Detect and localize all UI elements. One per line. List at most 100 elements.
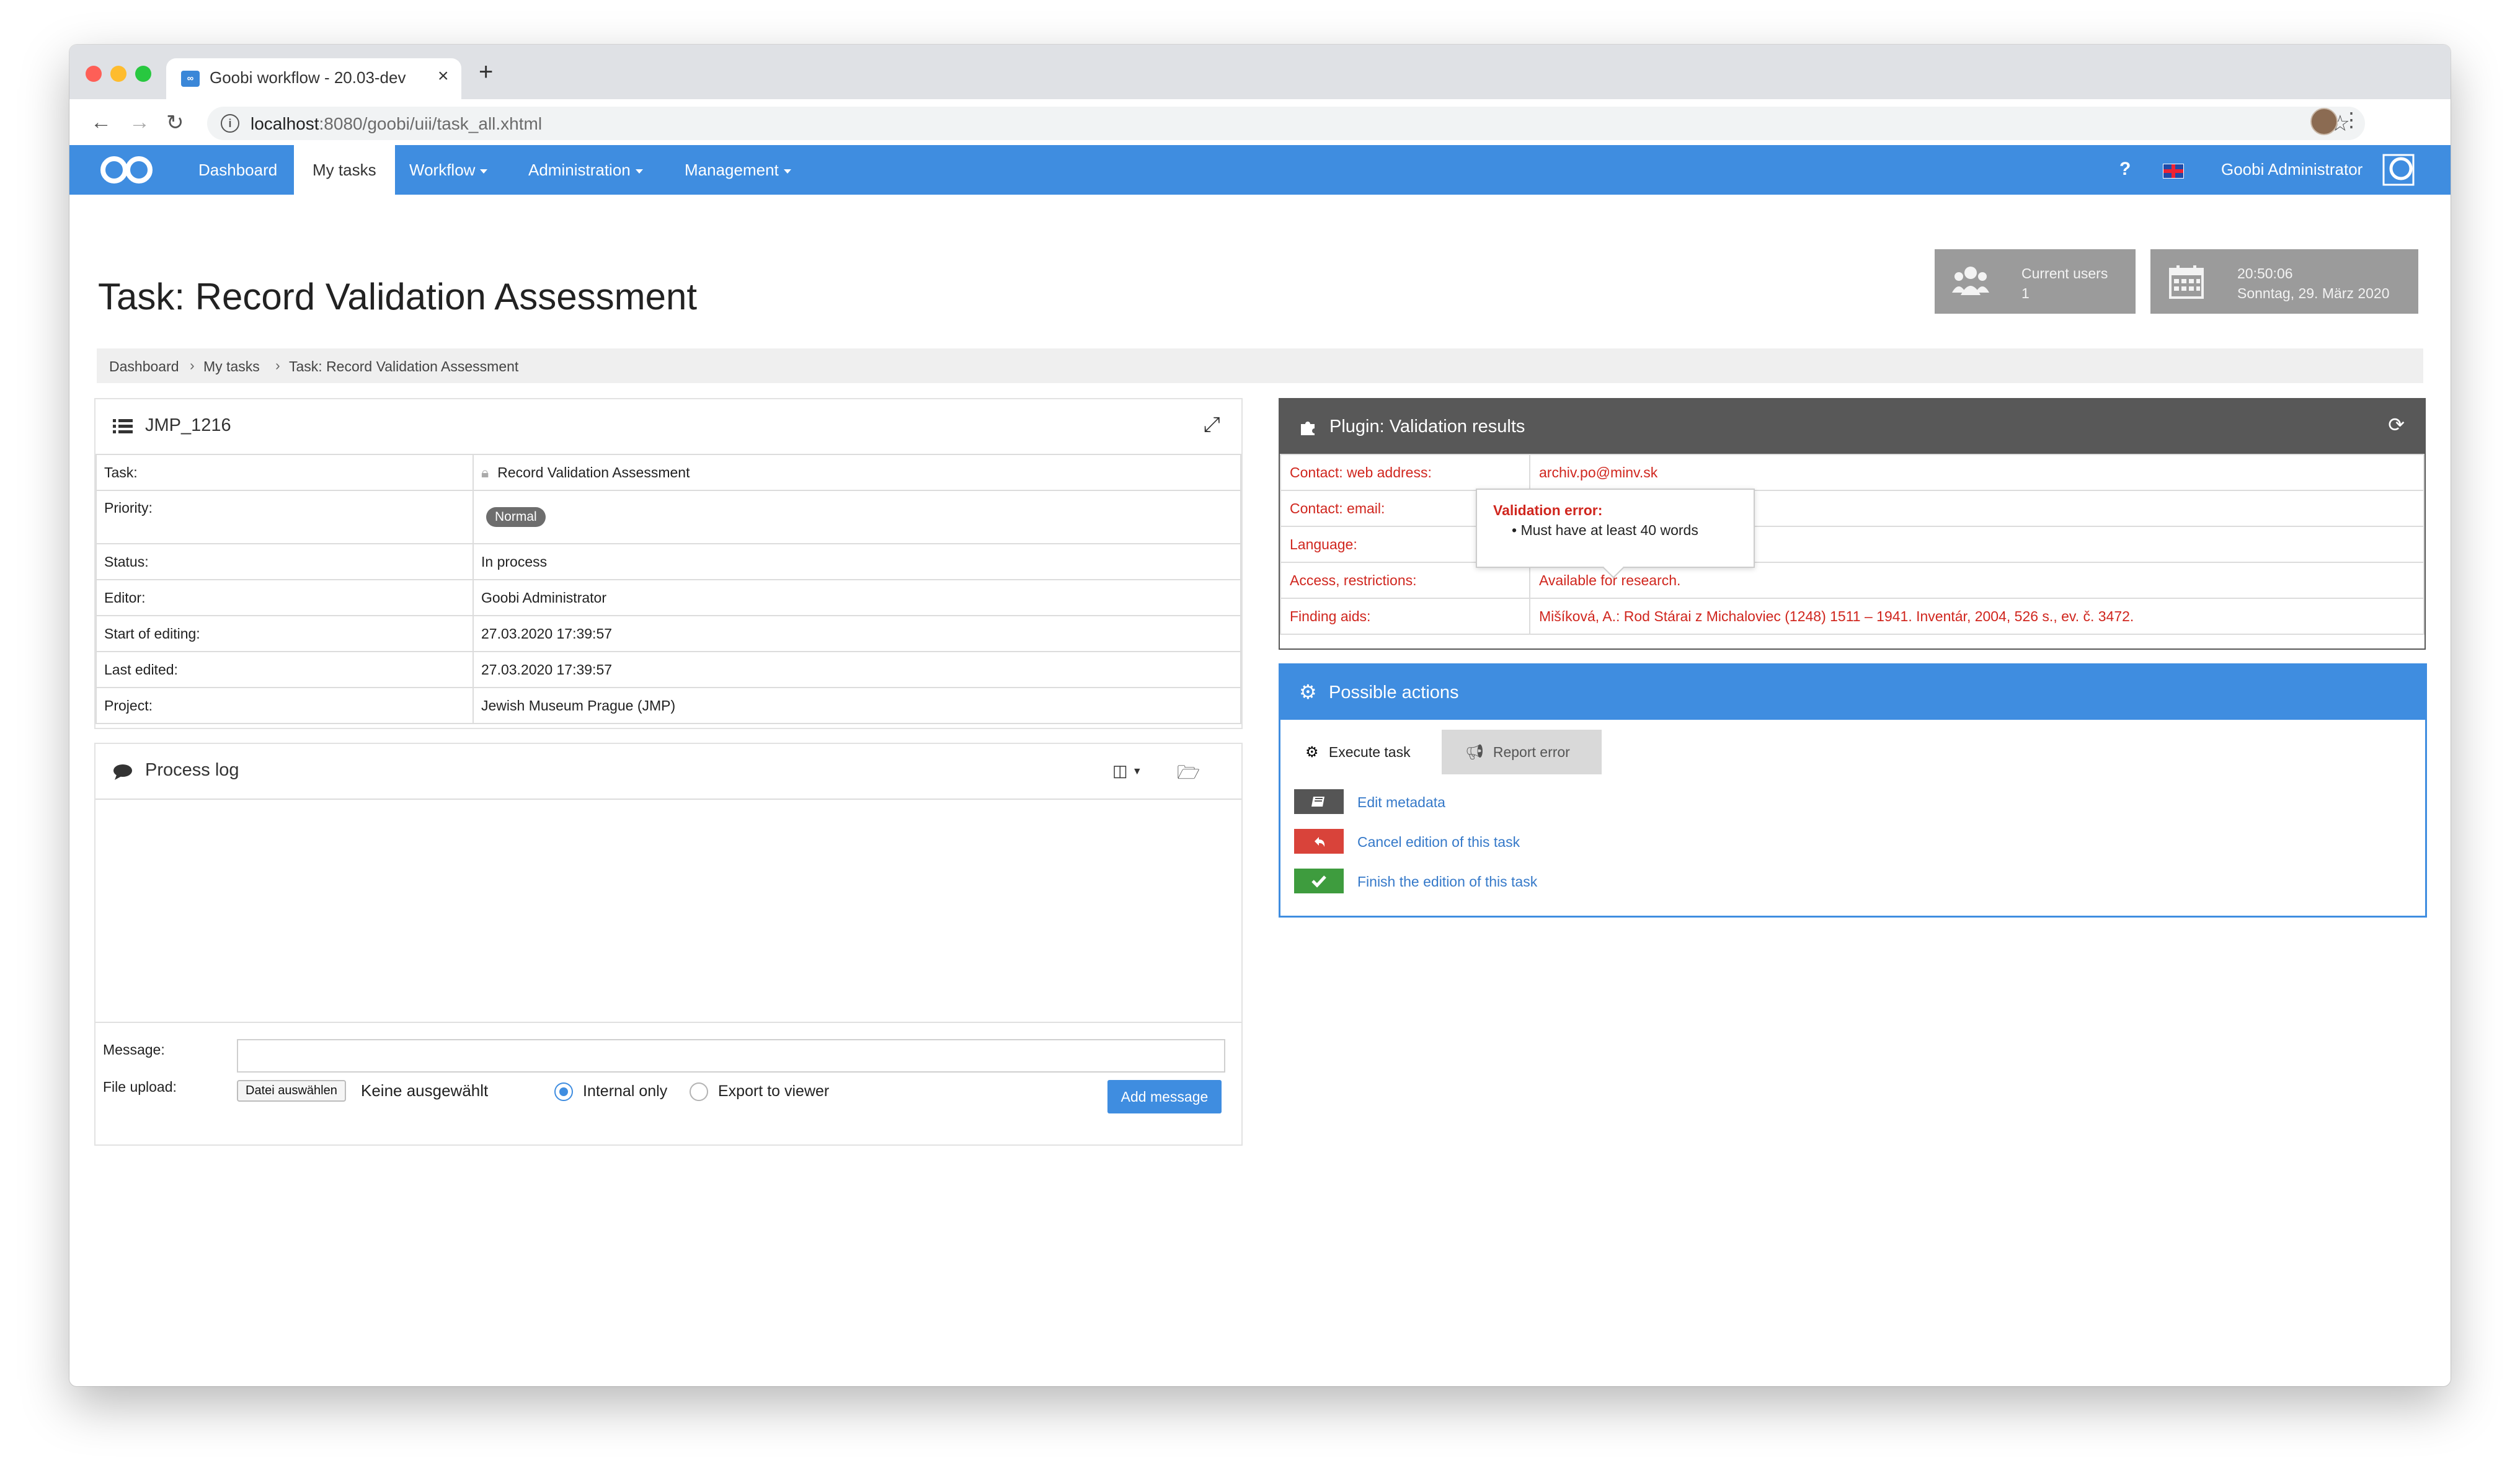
breadcrumb-separator: ›: [275, 357, 280, 373]
validation-title: Plugin: Validation results: [1329, 417, 1525, 436]
columns-toggle[interactable]: ◫ ▼: [1112, 761, 1142, 781]
nav-dashboard[interactable]: Dashboard: [198, 145, 277, 195]
tab-title: Goobi workflow - 20.03-dev: [210, 68, 406, 87]
back-arrow-icon[interactable]: ←: [91, 110, 112, 135]
site-info-icon[interactable]: i: [221, 114, 239, 133]
actions-title: Possible actions: [1329, 683, 1459, 702]
task-name: Record Validation Assessment: [497, 464, 690, 480]
chevron-down-icon: [635, 169, 643, 174]
table-row: Contact: email:: [1280, 490, 2425, 527]
close-window-button[interactable]: [86, 66, 102, 82]
browser-tab[interactable]: ∞ Goobi workflow - 20.03-dev ×: [166, 58, 461, 99]
table-row: Finding aids: Mišíková, A.: Rod Stárai z …: [1280, 598, 2425, 635]
current-users-widget: Current users 1: [1935, 249, 2136, 314]
file-upload-label: File upload:: [103, 1079, 177, 1095]
chevron-down-icon: ▼: [1132, 766, 1142, 777]
chevron-down-icon: [480, 169, 488, 174]
breadcrumb-dashboard[interactable]: Dashboard: [109, 358, 179, 375]
choose-file-button[interactable]: Datei auswählen: [237, 1080, 346, 1102]
address-bar[interactable]: i localhost:8080/goobi/uii/task_all.xhtm…: [207, 107, 2365, 140]
row-label: Editor:: [95, 579, 474, 616]
help-icon[interactable]: ?: [2119, 159, 2131, 180]
export-viewer-radio[interactable]: [690, 1082, 708, 1101]
table-row: Contact: web address: archiv.po@minv.sk: [1280, 454, 2425, 491]
folder-open-icon[interactable]: 🗁: [1177, 759, 1200, 790]
row-value: 27.03.2020 17:39:57: [472, 651, 1241, 688]
address-row: ← → ↻ i localhost:8080/goobi/uii/task_al…: [69, 99, 2451, 149]
row-value: In process: [472, 543, 1241, 580]
expand-icon[interactable]: ⤢: [1204, 413, 1220, 437]
tooltip-title: Validation error:: [1493, 502, 1603, 518]
browser-menu-icon[interactable]: ⋮: [2341, 108, 2361, 131]
tab-strip: ∞ Goobi workflow - 20.03-dev × +: [69, 45, 2451, 99]
nav-workflow[interactable]: Workflow: [409, 145, 488, 195]
chevron-down-icon: [783, 169, 791, 174]
nav-my-tasks[interactable]: My tasks: [294, 145, 395, 195]
user-avatar-icon[interactable]: [2382, 154, 2415, 186]
internal-only-radio[interactable]: [554, 1082, 573, 1101]
nav-management[interactable]: Management: [685, 145, 791, 195]
no-file-selected: Keine ausgewählt: [361, 1081, 489, 1100]
table-row: Editor: Goobi Administrator: [95, 579, 1241, 616]
tab-report-error[interactable]: 📢︎ Report error: [1442, 730, 1602, 774]
breadcrumb: Dashboard › My tasks › Task: Record Vali…: [97, 348, 2423, 383]
table-row: Status: In process: [95, 543, 1241, 580]
book-icon: [1294, 789, 1344, 814]
current-users-count: 1: [2021, 285, 2030, 301]
row-value: Jewish Museum Prague (JMP): [472, 687, 1241, 724]
validation-error-tooltip: Validation error: • Must have at least 4…: [1476, 489, 1755, 578]
profile-avatar[interactable]: [2310, 108, 2338, 135]
browser-window: ∞ Goobi workflow - 20.03-dev × + ← → ↻ i…: [69, 45, 2451, 1386]
table-row: Last edited: 27.03.2020 17:39:57: [95, 651, 1241, 688]
row-label: Project:: [95, 687, 474, 724]
goobi-logo-icon[interactable]: [97, 154, 156, 186]
uk-flag-icon[interactable]: [2163, 164, 2184, 179]
add-message-button[interactable]: Add message: [1107, 1080, 1222, 1113]
message-input[interactable]: [237, 1039, 1225, 1073]
current-users-label: Current users: [2021, 265, 2108, 281]
breadcrumb-separator: ›: [190, 357, 195, 373]
url-text: localhost:8080/goobi/uii/task_all.xhtml: [251, 114, 542, 134]
row-label: Priority:: [95, 490, 474, 544]
row-value: Goobi Administrator: [472, 579, 1241, 616]
reload-icon[interactable]: ↻: [166, 110, 184, 135]
cancel-edition-link[interactable]: Cancel edition of this task: [1357, 834, 1520, 851]
tab-execute-label: Execute task: [1328, 744, 1411, 760]
check-icon: [1294, 869, 1344, 893]
tab-execute-task[interactable]: ⚙ Execute task: [1283, 730, 1442, 776]
maximize-window-button[interactable]: [135, 66, 151, 82]
log-title: Process log: [145, 760, 239, 780]
tooltip-item: • Must have at least 40 words: [1512, 522, 1698, 538]
table-row: Task: 🔒︎ Record Validation Assessment: [95, 454, 1241, 491]
finish-edition-link[interactable]: Finish the edition of this task: [1357, 874, 1537, 890]
nav-administration[interactable]: Administration: [528, 145, 643, 195]
bullhorn-icon: 📢︎: [1465, 744, 1484, 761]
refresh-icon[interactable]: ⟳: [2388, 413, 2405, 436]
table-row: Language:: [1280, 526, 2425, 563]
row-label: Contact: web address:: [1280, 454, 1530, 491]
app-navbar: Dashboard My tasks Workflow Administrati…: [69, 145, 2451, 195]
internal-only-label: Internal only: [583, 1082, 668, 1100]
forward-arrow-icon[interactable]: →: [129, 110, 150, 135]
row-label: Last edited:: [95, 651, 474, 688]
minimize-window-button[interactable]: [110, 66, 126, 82]
breadcrumb-current: Task: Record Validation Assessment: [289, 358, 519, 374]
validation-table: Contact: web address: archiv.po@minv.sk C…: [1280, 454, 2425, 635]
nav-administration-label: Administration: [528, 161, 631, 179]
row-label: Task:: [95, 454, 474, 491]
table-row: Project: Jewish Museum Prague (JMP): [95, 687, 1241, 724]
undo-icon: [1294, 829, 1344, 854]
actions-header: ⚙ Possible actions: [1280, 665, 2425, 720]
row-value: archiv.po@minv.sk: [1529, 454, 2425, 491]
table-row: Priority: Normal: [95, 490, 1241, 544]
log-messages-area: [95, 799, 1241, 1023]
user-name[interactable]: Goobi Administrator: [2221, 145, 2362, 193]
row-label: Start of editing:: [95, 615, 474, 652]
edit-metadata-link[interactable]: Edit metadata: [1357, 794, 1445, 811]
tab-report-label: Report error: [1493, 744, 1570, 760]
breadcrumb-my-tasks[interactable]: My tasks: [203, 358, 260, 375]
nav-management-label: Management: [685, 161, 779, 179]
row-value: 27.03.2020 17:39:57: [472, 615, 1241, 652]
new-tab-icon[interactable]: +: [479, 58, 493, 86]
close-tab-icon[interactable]: ×: [438, 66, 449, 87]
